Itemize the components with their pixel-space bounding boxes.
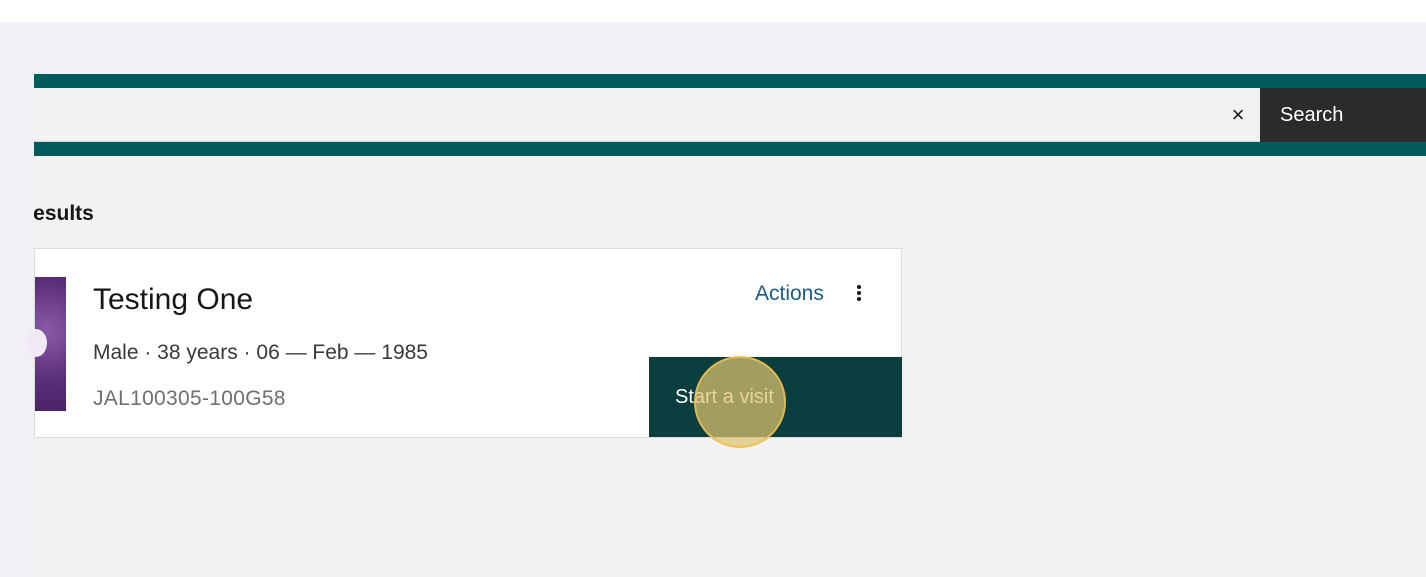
- patient-demographics: Male · 38 years · 06 — Feb — 1985: [93, 341, 428, 364]
- search-bar: × Search: [34, 88, 1426, 142]
- actions-link[interactable]: Actions: [755, 282, 824, 306]
- patient-identifier: JAL100305-100G58: [93, 387, 286, 410]
- patient-card: Testing One Male · 38 years · 06 — Feb —…: [25, 248, 902, 438]
- start-visit-button[interactable]: Start a visit: [649, 357, 902, 437]
- search-input[interactable]: [34, 88, 1214, 141]
- avatar-initial-dot: [25, 329, 47, 357]
- overflow-dot: [857, 285, 861, 289]
- overflow-dot: [857, 291, 861, 295]
- overflow-dot: [857, 297, 861, 301]
- left-margin-mask: [0, 195, 34, 235]
- patient-avatar: [25, 277, 66, 411]
- close-icon[interactable]: ×: [1217, 88, 1259, 141]
- top-band: [0, 0, 1426, 22]
- overflow-menu-vertical-icon[interactable]: [851, 282, 867, 304]
- patient-name: Testing One: [93, 283, 254, 316]
- left-margin: [0, 22, 34, 577]
- search-button[interactable]: Search: [1260, 88, 1426, 142]
